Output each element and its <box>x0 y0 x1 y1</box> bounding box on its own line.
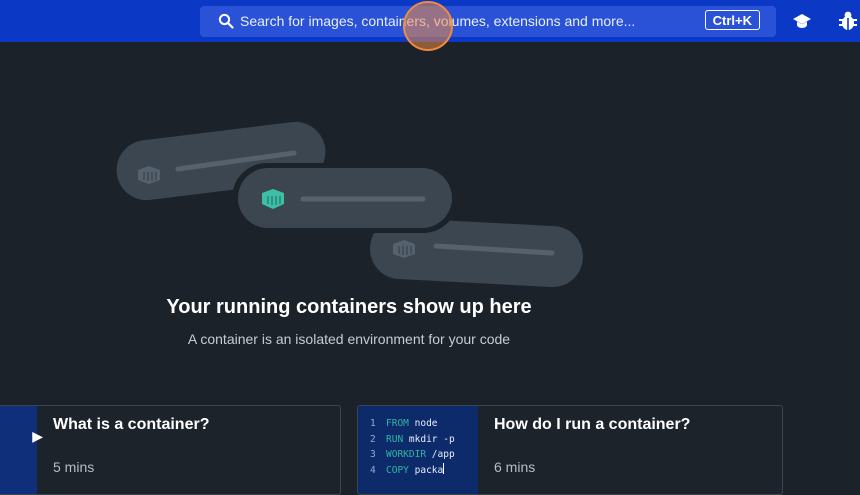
play-icon: ▶ <box>32 428 43 444</box>
guide-card-title: What is a container? <box>53 416 210 433</box>
guide-card-what-is-container[interactable]: ▶ What is a container? 5 mins <box>0 405 341 495</box>
guide-card-run-container[interactable]: 1 FROM node 2 RUN mkdir -p 3 WORKDIR /app 4… <box>357 405 783 495</box>
guide-card-duration: 6 mins <box>494 459 536 475</box>
guide-card-duration: 5 mins <box>53 459 95 475</box>
guide-card-thumbnail: ▶ <box>0 406 43 494</box>
guide-card-title: How do I run a container? <box>494 416 691 433</box>
container-pill-front <box>232 163 458 233</box>
empty-state-subtitle: A container is an isolated environment f… <box>187 331 511 347</box>
guide-card-thumbnail: 1 FROM node 2 RUN mkdir -p 3 WORKDIR /app 4… <box>358 406 478 494</box>
code-snippet: 1 FROM node 2 RUN mkdir -p 3 WORKDIR /app 4… <box>370 418 455 477</box>
empty-state-title: Your running containers show up here <box>166 296 532 318</box>
